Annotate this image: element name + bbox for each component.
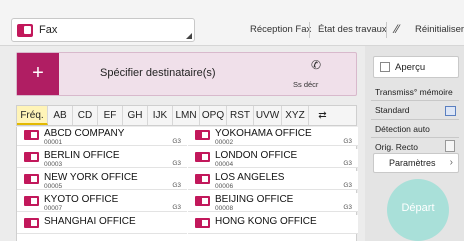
divider <box>386 22 387 38</box>
entry-number: 00008 <box>215 205 234 212</box>
divider <box>371 100 459 101</box>
tab-frequent[interactable]: Fréq. <box>17 106 48 125</box>
preview-toggle[interactable]: Aperçu <box>373 56 459 78</box>
fax-icon <box>195 130 210 140</box>
tab-gh[interactable]: GH <box>123 106 148 125</box>
entry-type: G3 <box>343 138 352 145</box>
job-status-button[interactable]: État des travaux <box>318 18 387 42</box>
address-area: + Spécifier destinataire(s) ✆ Ss décr Fr… <box>16 52 358 241</box>
list-item[interactable]: YOKOHAMA OFFICE 00002 G3 <box>188 127 358 146</box>
fax-icon <box>195 152 210 162</box>
entry-name: BERLIN OFFICE <box>44 150 120 161</box>
app-title: Fax <box>39 24 58 36</box>
list-item[interactable]: BERLIN OFFICE 00003 G3 <box>17 149 187 168</box>
single-side-icon <box>445 140 455 152</box>
entry-type: G3 <box>343 182 352 189</box>
tab-ijk[interactable]: IJK <box>148 106 173 125</box>
entry-type: G3 <box>343 160 352 167</box>
fax-reception-button[interactable]: Réception Fax <box>250 18 311 42</box>
tab-rst[interactable]: RST <box>227 106 254 125</box>
entry-number: 00004 <box>215 161 234 168</box>
chevron-right-icon: › <box>449 157 453 168</box>
settings-panel: Aperçu Transmiss° mémoire Standard Détec… <box>365 46 464 241</box>
fax-app-icon <box>17 24 33 37</box>
entry-number: 00007 <box>44 205 63 212</box>
address-list: ABCD COMPANY 00001 G3 YOKOHAMA OFFICE 00… <box>16 127 358 241</box>
original-side-value: Orig. Recto <box>375 142 418 152</box>
tab-lmn[interactable]: LMN <box>173 106 200 125</box>
start-label: Départ <box>401 202 435 214</box>
fax-icon <box>24 130 39 140</box>
swap-icon[interactable]: ⇄ <box>309 106 336 125</box>
entry-name: LONDON OFFICE <box>215 150 298 161</box>
tab-xyz[interactable]: XYZ <box>282 106 309 125</box>
tab-uvw[interactable]: UVW <box>254 106 282 125</box>
divider <box>309 22 310 38</box>
divider <box>371 137 459 138</box>
list-item[interactable]: HONG KONG OFFICE <box>188 215 358 234</box>
entry-type: G3 <box>343 204 352 211</box>
entry-type: G3 <box>172 204 181 211</box>
fax-icon <box>24 152 39 162</box>
list-item[interactable]: ABCD COMPANY 00001 G3 <box>17 127 187 146</box>
entry-name: LOS ANGELES <box>215 172 285 183</box>
settings-label: Paramètres <box>389 158 436 168</box>
fax-icon <box>195 196 210 206</box>
entry-type: G3 <box>172 182 181 189</box>
tab-ef[interactable]: EF <box>98 106 123 125</box>
list-item[interactable]: SHANGHAI OFFICE <box>17 215 187 234</box>
list-item[interactable]: BEIJING OFFICE 00008 G3 <box>188 193 358 212</box>
list-item[interactable]: NEW YORK OFFICE 00005 G3 <box>17 171 187 190</box>
transmission-mode: Transmiss° mémoire <box>375 87 453 97</box>
specify-destination-label: Spécifier destinataire(s) <box>100 67 216 79</box>
resolution-value: Standard <box>375 105 410 115</box>
divider <box>371 119 459 120</box>
plus-icon: + <box>17 53 59 95</box>
entry-number: 00005 <box>44 183 63 190</box>
entry-number: 00003 <box>44 161 63 168</box>
entry-name: YOKOHAMA OFFICE <box>215 128 312 139</box>
entry-name: KYOTO OFFICE <box>44 194 119 205</box>
density-value: Détection auto <box>375 124 430 134</box>
preview-label: Aperçu <box>395 62 426 73</box>
fax-icon <box>24 196 39 206</box>
entry-type: G3 <box>172 138 181 145</box>
on-hook-label: Ss décr <box>293 80 319 89</box>
tab-cd[interactable]: CD <box>73 106 98 125</box>
phone-handset-icon: ✆ <box>311 58 322 72</box>
fax-icon <box>24 174 39 184</box>
reset-button[interactable]: Réinitialiser <box>415 18 464 42</box>
fax-icon <box>24 218 39 228</box>
list-item[interactable]: LOS ANGELES 00006 G3 <box>188 171 358 190</box>
entry-name: HONG KONG OFFICE <box>215 216 317 227</box>
dropdown-corner-icon <box>186 33 192 39</box>
entry-name: BEIJING OFFICE <box>215 194 294 205</box>
start-button[interactable]: Départ <box>387 179 449 241</box>
reset-icon: ⁄⁄ <box>395 22 400 36</box>
tab-opq[interactable]: OPQ <box>200 106 227 125</box>
entry-name: ABCD COMPANY <box>44 128 125 139</box>
fax-icon <box>195 174 210 184</box>
index-tabs: Fréq. AB CD EF GH IJK LMN OPQ RST UVW XY… <box>16 105 357 126</box>
top-bar: Fax Réception Fax État des travaux ⁄⁄ Ré… <box>0 0 464 46</box>
entry-number: 00001 <box>44 139 63 146</box>
tab-ab[interactable]: AB <box>48 106 73 125</box>
entry-number: 00006 <box>215 183 234 190</box>
app-selector[interactable]: Fax <box>11 18 195 42</box>
list-item[interactable]: LONDON OFFICE 00004 G3 <box>188 149 358 168</box>
entry-name: SHANGHAI OFFICE <box>44 216 136 227</box>
entry-type: G3 <box>172 160 181 167</box>
fax-icon <box>195 218 210 228</box>
entry-name: NEW YORK OFFICE <box>44 172 138 183</box>
resolution-icon <box>445 106 456 116</box>
entry-number: 00002 <box>215 139 234 146</box>
checkbox-icon <box>380 62 390 72</box>
list-item[interactable]: KYOTO OFFICE 00007 G3 <box>17 193 187 212</box>
settings-button[interactable]: Paramètres › <box>373 153 459 173</box>
specify-destination-button[interactable]: + Spécifier destinataire(s) ✆ Ss décr <box>16 52 357 96</box>
